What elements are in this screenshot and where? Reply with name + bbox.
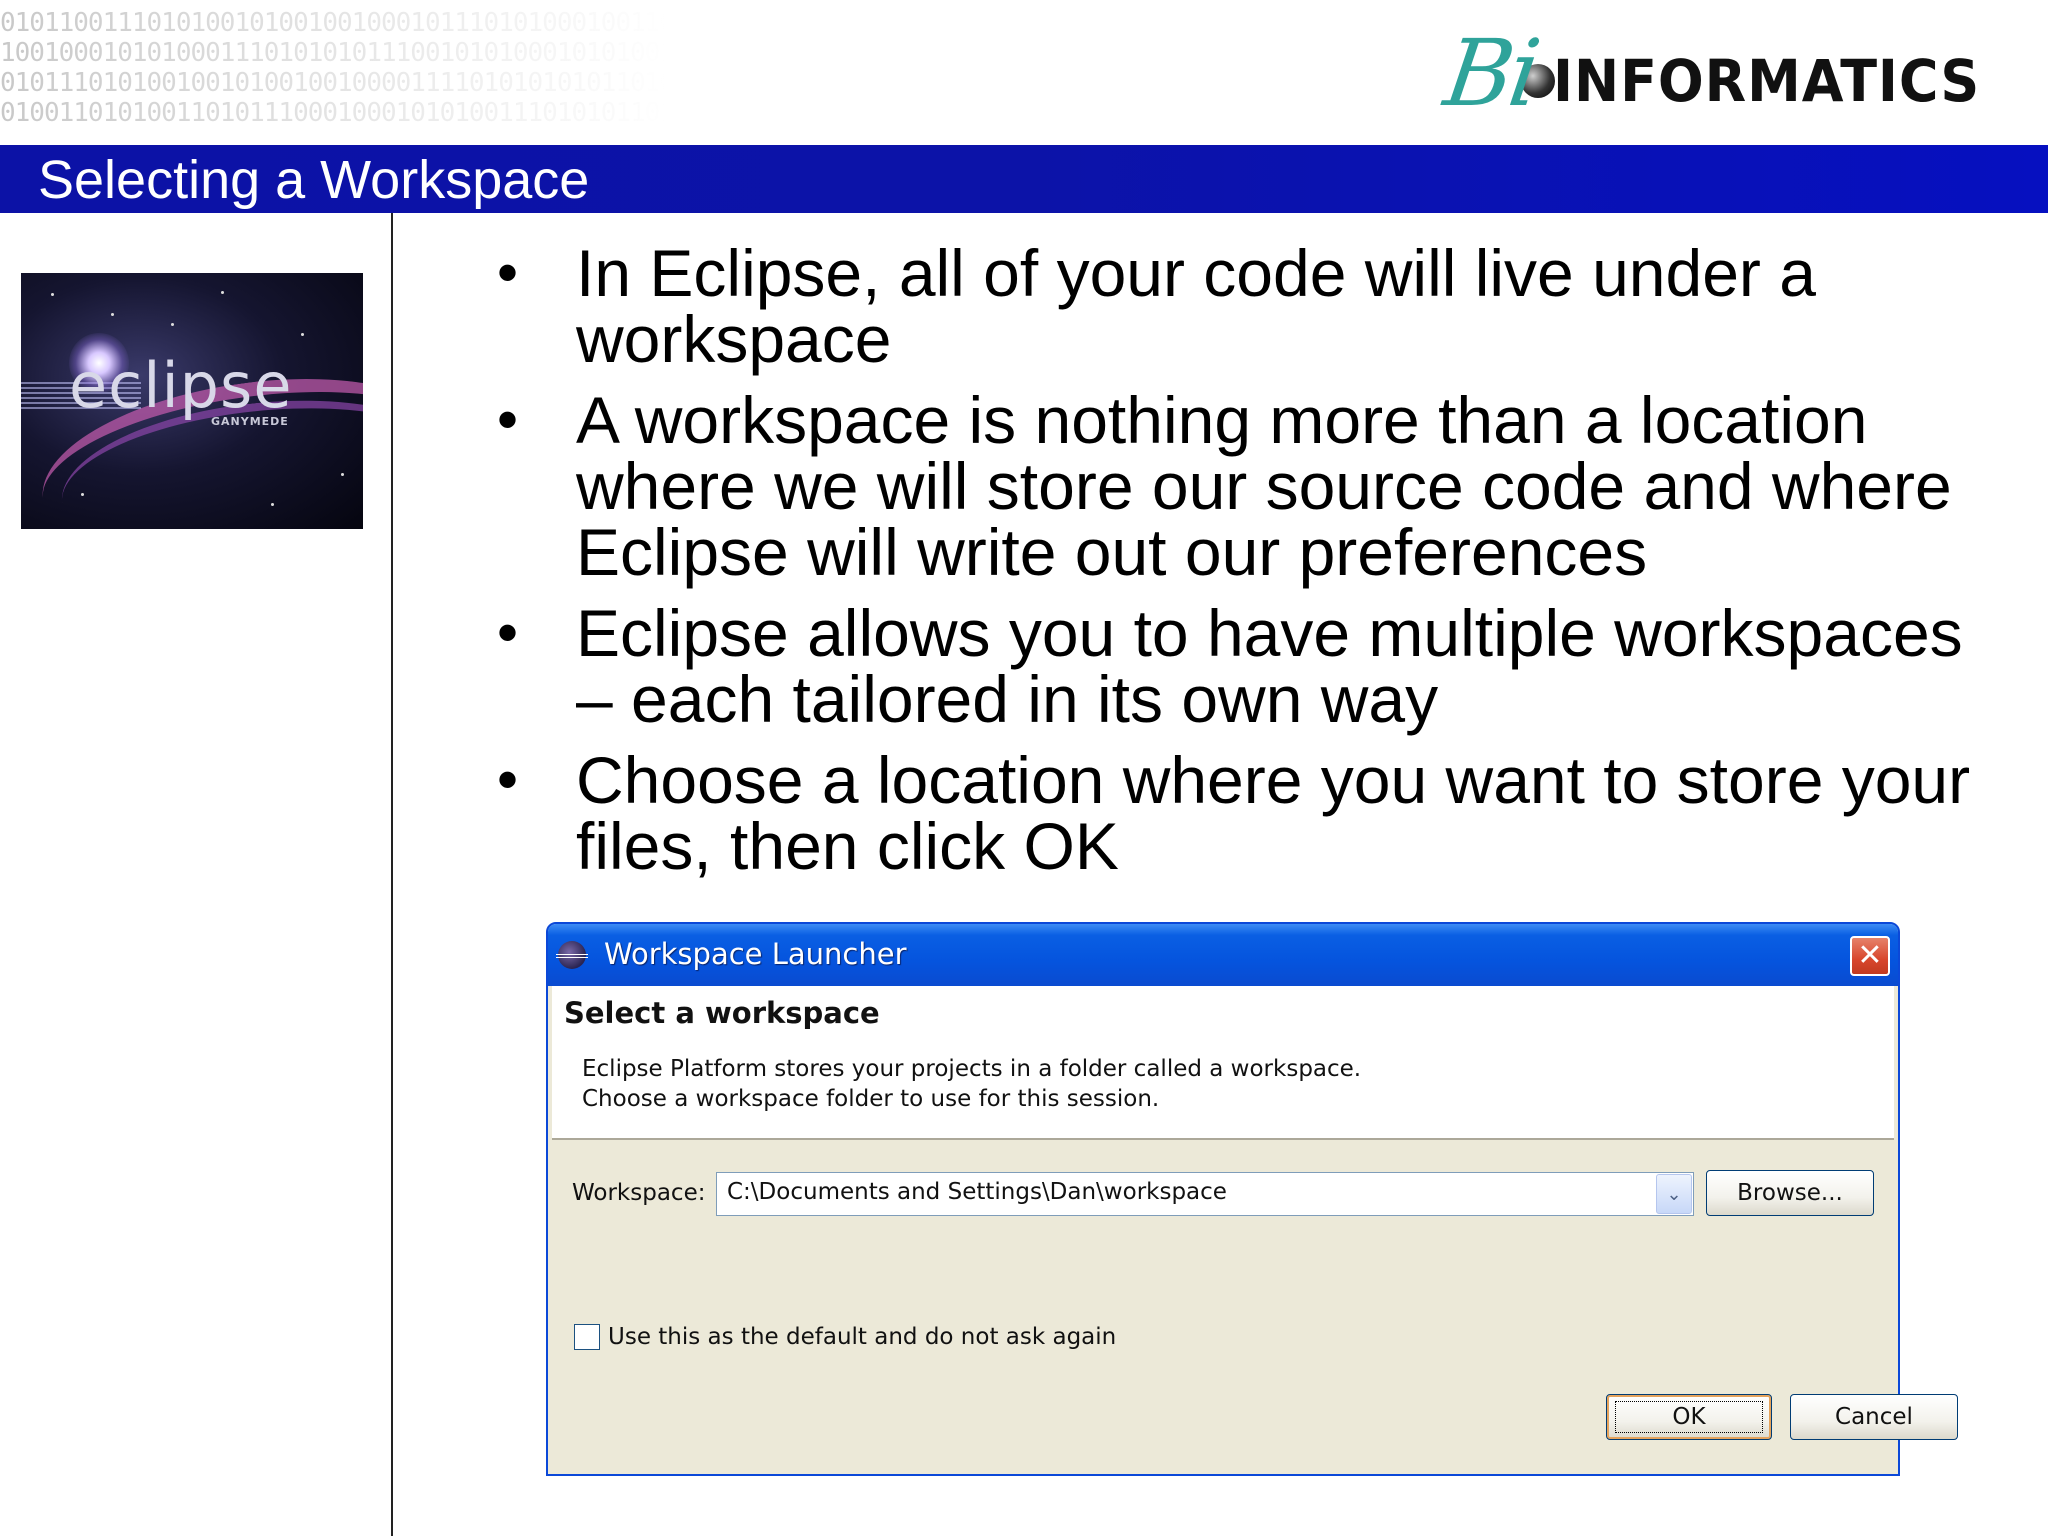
bullet-dot: •	[497, 386, 519, 453]
workspace-path-input[interactable]: C:\Documents and Settings\Dan\workspace	[727, 1179, 1227, 1205]
slide-title: Selecting a Workspace	[38, 150, 590, 210]
ok-button[interactable]: OK	[1606, 1394, 1772, 1440]
dialog-title: Workspace Launcher	[604, 937, 907, 971]
ok-button-label: OK	[1615, 1401, 1763, 1433]
workspace-label: Workspace:	[572, 1180, 706, 1206]
bullet-text: Choose a location where you want to stor…	[576, 743, 1971, 883]
browse-button[interactable]: Browse...	[1706, 1170, 1874, 1216]
binary-line: 0101100111010100101001001000101110101000…	[0, 8, 675, 38]
slide-title-bar: Selecting a Workspace	[0, 145, 2048, 213]
dialog-heading: Select a workspace	[564, 996, 880, 1030]
vertical-divider	[391, 213, 393, 1536]
binary-background: 0101100111010100101001001000101110101000…	[0, 8, 700, 138]
bullet-item: • A workspace is nothing more than a loc…	[497, 386, 2017, 586]
bioinformatics-logo: Bi INFORMATICS	[1438, 20, 2012, 127]
bullet-text: In Eclipse, all of your code will live u…	[576, 236, 1816, 376]
binary-line: 0101110101001001010010010000111101010101…	[0, 68, 675, 98]
close-button[interactable]: ✕	[1850, 936, 1890, 976]
dialog-title-bar[interactable]: Workspace Launcher ✕	[548, 924, 1898, 986]
eclipse-splash-image: eclipse GANYMEDE	[21, 273, 363, 529]
bullet-item: • Eclipse allows you to have multiple wo…	[497, 599, 2017, 733]
bullet-dot: •	[497, 599, 519, 666]
bullet-item: • In Eclipse, all of your code will live…	[497, 239, 2017, 373]
dialog-header-panel: Select a workspace Eclipse Platform stor…	[552, 986, 1894, 1140]
workspace-combo[interactable]: C:\Documents and Settings\Dan\workspace …	[716, 1172, 1694, 1216]
bullet-text: Eclipse allows you to have multiple work…	[576, 596, 1963, 736]
dialog-description-line: Eclipse Platform stores your projects in…	[582, 1056, 1362, 1082]
bullet-list: • In Eclipse, all of your code will live…	[497, 240, 2017, 894]
binary-line: 0100110101001101011100010001010100111010…	[0, 98, 675, 128]
bullet-dot: •	[497, 239, 519, 306]
workspace-launcher-dialog: Workspace Launcher ✕ Select a workspace …	[546, 922, 1958, 1476]
bullet-text: A workspace is nothing more than a locat…	[576, 383, 1952, 589]
eclipse-icon	[556, 941, 588, 969]
bullet-dot: •	[497, 746, 519, 813]
dialog-description-line: Choose a workspace folder to use for thi…	[582, 1086, 1160, 1112]
logo-text: INFORMATICS	[1552, 47, 1980, 115]
eclipse-wordmark: eclipse	[69, 349, 293, 422]
chevron-down-icon[interactable]: ⌄	[1656, 1174, 1692, 1214]
binary-line: 1001000101010001110101010111001010100010…	[0, 38, 675, 68]
default-workspace-checkbox[interactable]	[574, 1324, 600, 1350]
ganymede-label: GANYMEDE	[211, 415, 289, 428]
bullet-item: • Choose a location where you want to st…	[497, 746, 2017, 880]
cancel-button[interactable]: Cancel	[1790, 1394, 1958, 1440]
default-workspace-checkbox-label[interactable]: Use this as the default and do not ask a…	[608, 1324, 1116, 1350]
logo-bi: Bi	[1438, 20, 1543, 127]
